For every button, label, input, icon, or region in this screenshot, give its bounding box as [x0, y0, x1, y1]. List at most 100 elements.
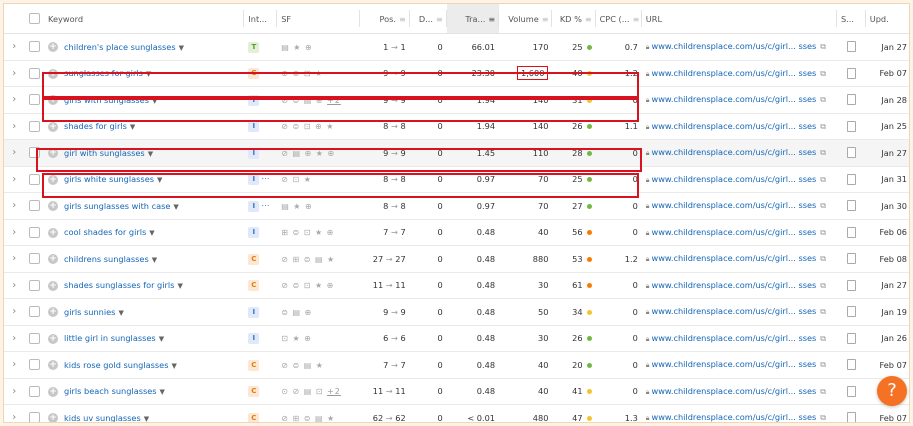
url-cell[interactable]: 🔒︎ www.childrensplace.com/us/c/girl... ss…	[641, 33, 837, 61]
snippet-cell[interactable]	[836, 139, 866, 167]
plus-circle-icon[interactable]: +	[48, 201, 59, 211]
row-checkbox[interactable]	[28, 359, 40, 371]
row-checkbox[interactable]	[28, 94, 40, 106]
table-row[interactable]: › + girls beach sunglasses ▼ C ⊙ ⊘ ▤ ⊡ +2 …	[4, 378, 909, 405]
plus-circle-icon[interactable]: +	[48, 174, 59, 185]
caret-down-icon[interactable]: ▼	[160, 388, 165, 396]
keyword-link[interactable]: cool shades for girls	[64, 227, 146, 237]
keyword-cell[interactable]: + shades for girls ▼	[44, 113, 245, 140]
table-row[interactable]: › + sunglasses for girls ▼ C ⊕ ⊜ ⊡ ★ 9 → 9…	[4, 60, 909, 87]
select-cell[interactable]	[24, 378, 45, 405]
caret-down-icon[interactable]: ▼	[149, 229, 154, 237]
external-link-icon[interactable]: ⧉	[820, 122, 826, 131]
url-cell[interactable]: 🔒︎ www.childrensplace.com/us/c/girl... ss…	[641, 298, 837, 326]
keyword-link[interactable]: girl with sunglasses	[64, 148, 145, 158]
url-link[interactable]: www.childrensplace.com/us/c/girl... sses	[652, 200, 817, 210]
external-link-icon[interactable]: ⧉	[820, 148, 826, 157]
document-icon[interactable]	[846, 306, 856, 318]
expand-cell[interactable]: ›	[4, 272, 25, 299]
select-cell[interactable]	[24, 60, 45, 87]
header-position[interactable]: Pos. ≡	[360, 4, 410, 34]
caret-down-icon[interactable]: ▼	[152, 256, 157, 264]
keyword-cell[interactable]: + childrens sunglasses ▼	[44, 245, 245, 273]
keyword-link[interactable]: childrens sunglasses	[64, 254, 149, 264]
snippet-cell[interactable]	[836, 219, 866, 246]
chevron-right-icon[interactable]: ›	[12, 280, 16, 291]
keyword-link[interactable]: girls sunglasses with case	[64, 201, 170, 211]
plus-circle-icon[interactable]: +	[48, 307, 59, 317]
url-link[interactable]: www.childrensplace.com/us/c/girl... sses	[652, 174, 817, 184]
keyword-cell[interactable]: + shades sunglasses for girls ▼	[44, 272, 245, 299]
select-cell[interactable]	[24, 86, 45, 114]
keyword-cell[interactable]: + children's place sunglasses ▼	[44, 33, 245, 61]
plus-circle-icon[interactable]: +	[48, 280, 59, 291]
keyword-cell[interactable]: + girls sunglasses with case ▼	[44, 192, 245, 220]
external-link-icon[interactable]: ⧉	[820, 254, 826, 263]
chevron-right-icon[interactable]: ›	[12, 386, 16, 397]
select-cell[interactable]	[24, 219, 45, 246]
chevron-right-icon[interactable]: ›	[12, 94, 16, 105]
header-kd[interactable]: KD % ≡	[552, 4, 596, 34]
select-cell[interactable]	[24, 192, 45, 220]
keyword-link[interactable]: shades for girls	[64, 121, 127, 131]
header-snippet[interactable]: S...	[836, 4, 866, 34]
keyword-link[interactable]: kids rose gold sunglasses	[64, 360, 168, 370]
snippet-cell[interactable]	[836, 378, 866, 405]
document-icon[interactable]	[846, 147, 856, 159]
keyword-link[interactable]: girls white sunglasses	[64, 174, 154, 184]
serp-features-more[interactable]: +2	[327, 387, 341, 396]
plus-circle-icon[interactable]: +	[48, 360, 59, 370]
url-cell[interactable]: 🔒︎ www.childrensplace.com/us/c/girl... ss…	[641, 192, 837, 220]
document-icon[interactable]	[846, 253, 856, 265]
document-icon[interactable]	[846, 120, 856, 132]
url-link[interactable]: www.childrensplace.com/us/c/girl... sses	[652, 253, 817, 263]
row-checkbox[interactable]	[28, 306, 40, 318]
row-checkbox[interactable]	[28, 332, 40, 344]
plus-circle-icon[interactable]: +	[48, 68, 59, 79]
url-link[interactable]: www.childrensplace.com/us/c/girl... sses	[652, 359, 817, 369]
header-updated[interactable]: Upd.	[865, 4, 909, 34]
snippet-cell[interactable]	[836, 166, 866, 193]
snippet-cell[interactable]	[836, 113, 866, 140]
keyword-cell[interactable]: + kids uv sunglasses ▼	[44, 404, 245, 422]
document-icon[interactable]	[846, 200, 856, 212]
document-icon[interactable]	[846, 332, 856, 344]
expand-cell[interactable]: ›	[4, 325, 25, 352]
select-cell[interactable]	[24, 272, 45, 299]
row-checkbox[interactable]	[28, 385, 40, 397]
caret-down-icon[interactable]: ▼	[152, 97, 157, 105]
keyword-cell[interactable]: + girls white sunglasses ▼	[44, 166, 245, 193]
expand-cell[interactable]: ›	[4, 60, 25, 87]
plus-circle-icon[interactable]: +	[48, 95, 59, 105]
chevron-right-icon[interactable]: ›	[12, 147, 16, 158]
keyword-cell[interactable]: + cool shades for girls ▼	[44, 219, 245, 246]
plus-circle-icon[interactable]: +	[48, 148, 59, 158]
keyword-cell[interactable]: + little girl in sunglasses ▼	[44, 325, 245, 352]
caret-down-icon[interactable]: ▼	[146, 70, 151, 78]
keyword-cell[interactable]: + sunglasses for girls ▼	[44, 60, 245, 87]
plus-circle-icon[interactable]: +	[48, 413, 59, 422]
sort-icon[interactable]: ≡	[436, 15, 443, 24]
external-link-icon[interactable]: ⧉	[820, 228, 826, 237]
url-cell[interactable]: 🔒︎ www.childrensplace.com/us/c/girl... ss…	[641, 272, 837, 299]
keyword-link[interactable]: little girl in sunglasses	[64, 333, 156, 343]
keyword-link[interactable]: girls with sunglasses	[64, 95, 149, 105]
select-cell[interactable]	[24, 33, 45, 61]
caret-down-icon[interactable]: ▼	[159, 335, 164, 343]
caret-down-icon[interactable]: ▼	[179, 44, 184, 52]
row-checkbox[interactable]	[28, 226, 40, 238]
header-keyword[interactable]: Keyword	[44, 4, 245, 34]
header-intent[interactable]: Int...	[244, 4, 278, 34]
expand-cell[interactable]: ›	[4, 139, 25, 167]
sort-icon[interactable]: ≡	[399, 15, 406, 24]
external-link-icon[interactable]: ⧉	[820, 360, 826, 369]
keyword-link[interactable]: shades sunglasses for girls	[64, 280, 174, 290]
url-cell[interactable]: 🔒︎ www.childrensplace.com/us/c/girl... ss…	[641, 60, 837, 87]
row-checkbox[interactable]	[28, 147, 40, 159]
expand-cell[interactable]: ›	[4, 404, 25, 422]
table-row[interactable]: › + little girl in sunglasses ▼ I ⊡ ★ ⊕ 6 …	[4, 325, 909, 352]
table-row[interactable]: › + cool shades for girls ▼ I ⊞ ⊜ ⊡ ★ ⊕ 7 …	[4, 219, 909, 246]
url-cell[interactable]: 🔒︎ www.childrensplace.com/us/c/girl... ss…	[641, 86, 837, 114]
sort-icon[interactable]: ≡	[633, 15, 640, 24]
caret-down-icon[interactable]: ▼	[157, 176, 162, 184]
